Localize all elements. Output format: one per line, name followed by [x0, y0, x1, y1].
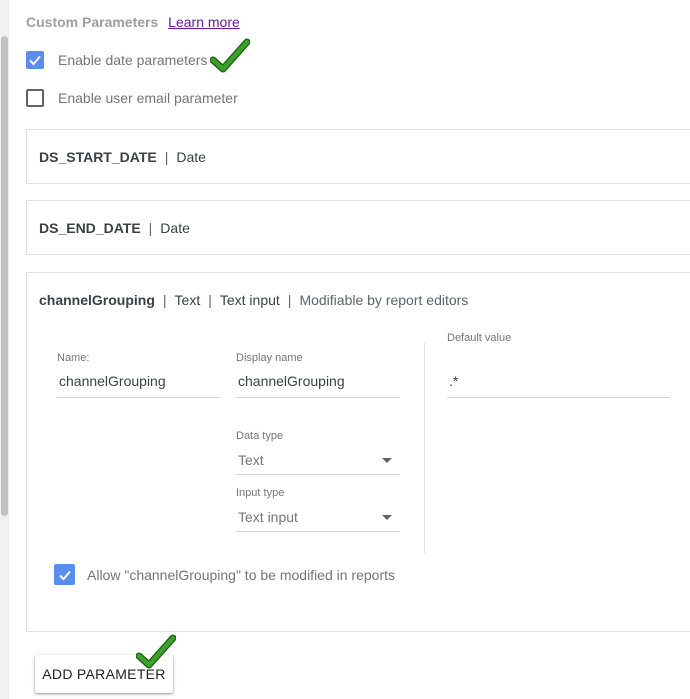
section-title: Custom Parameters — [26, 14, 159, 30]
name-value: channelGrouping — [59, 373, 166, 389]
date-params-option[interactable]: Enable date parameters — [26, 51, 207, 69]
param-type: Date — [160, 220, 190, 236]
date-params-label: Enable date parameters — [58, 52, 208, 68]
param-name: DS_END_DATE — [39, 220, 141, 236]
separator: | — [208, 292, 212, 308]
scrollbar[interactable] — [0, 0, 9, 699]
param-input-kind: Text input — [219, 292, 280, 308]
param-card-header[interactable]: channelGrouping | Text | Text input | Modifiab… — [39, 292, 468, 308]
dropdown-arrow-icon[interactable] — [382, 515, 392, 520]
param-type: Text — [174, 292, 201, 308]
display-name-label: Display name — [236, 352, 303, 364]
default-value-field[interactable]: Default value .* — [447, 332, 670, 398]
param-name: DS_START_DATE — [39, 149, 157, 165]
green-checkmark-icon — [210, 38, 250, 73]
separator: | — [164, 149, 169, 165]
separator: | — [148, 220, 153, 236]
default-value-input[interactable]: .* — [449, 373, 458, 389]
input-type-value[interactable]: Text input — [238, 509, 298, 525]
name-label: Name: — [57, 352, 90, 364]
display-name-input[interactable]: channelGrouping — [238, 373, 345, 389]
column-divider — [424, 343, 425, 553]
separator: | — [162, 292, 167, 308]
name-field: Name: channelGrouping — [57, 352, 220, 398]
input-type-select[interactable]: Input type Text input — [236, 487, 400, 533]
email-param-option[interactable]: Enable user email parameter — [26, 89, 238, 107]
field-underline — [236, 531, 400, 532]
allow-modify-option[interactable]: Allow "channelGrouping" to be modified i… — [54, 564, 395, 585]
dropdown-arrow-icon[interactable] — [382, 458, 392, 463]
param-card-start-date[interactable]: DS_START_DATE | Date — [26, 129, 690, 184]
field-underline — [236, 397, 400, 398]
default-value-label: Default value — [447, 332, 512, 344]
field-underline — [236, 474, 400, 475]
checkbox-checked-icon[interactable] — [26, 51, 44, 69]
param-card-end-date[interactable]: DS_END_DATE | Date — [26, 200, 690, 255]
learn-more-link[interactable]: Learn more — [168, 14, 240, 30]
field-underline — [447, 397, 670, 398]
data-type-label: Data type — [236, 430, 284, 442]
param-card-header: DS_START_DATE | Date — [39, 149, 206, 165]
param-type: Date — [176, 149, 206, 165]
checkbox-unchecked-icon[interactable] — [26, 89, 44, 107]
data-type-value[interactable]: Text — [238, 452, 264, 468]
input-type-label: Input type — [236, 487, 285, 499]
scrollbar-thumb[interactable] — [1, 36, 8, 516]
param-name: channelGrouping — [39, 292, 155, 308]
param-card-header: DS_END_DATE | Date — [39, 220, 190, 236]
allow-modify-label: Allow "channelGrouping" to be modified i… — [87, 566, 395, 583]
param-modifiable: Modifiable by report editors — [299, 292, 469, 308]
email-param-label: Enable user email parameter — [58, 90, 238, 106]
separator: | — [287, 292, 292, 308]
green-checkmark-icon — [136, 634, 176, 669]
display-name-field[interactable]: Display name channelGrouping — [236, 352, 400, 398]
field-underline — [57, 397, 220, 398]
checkbox-checked-icon[interactable] — [54, 564, 75, 585]
section-header: Custom Parameters Learn more — [26, 14, 240, 30]
data-type-select[interactable]: Data type Text — [236, 430, 400, 476]
